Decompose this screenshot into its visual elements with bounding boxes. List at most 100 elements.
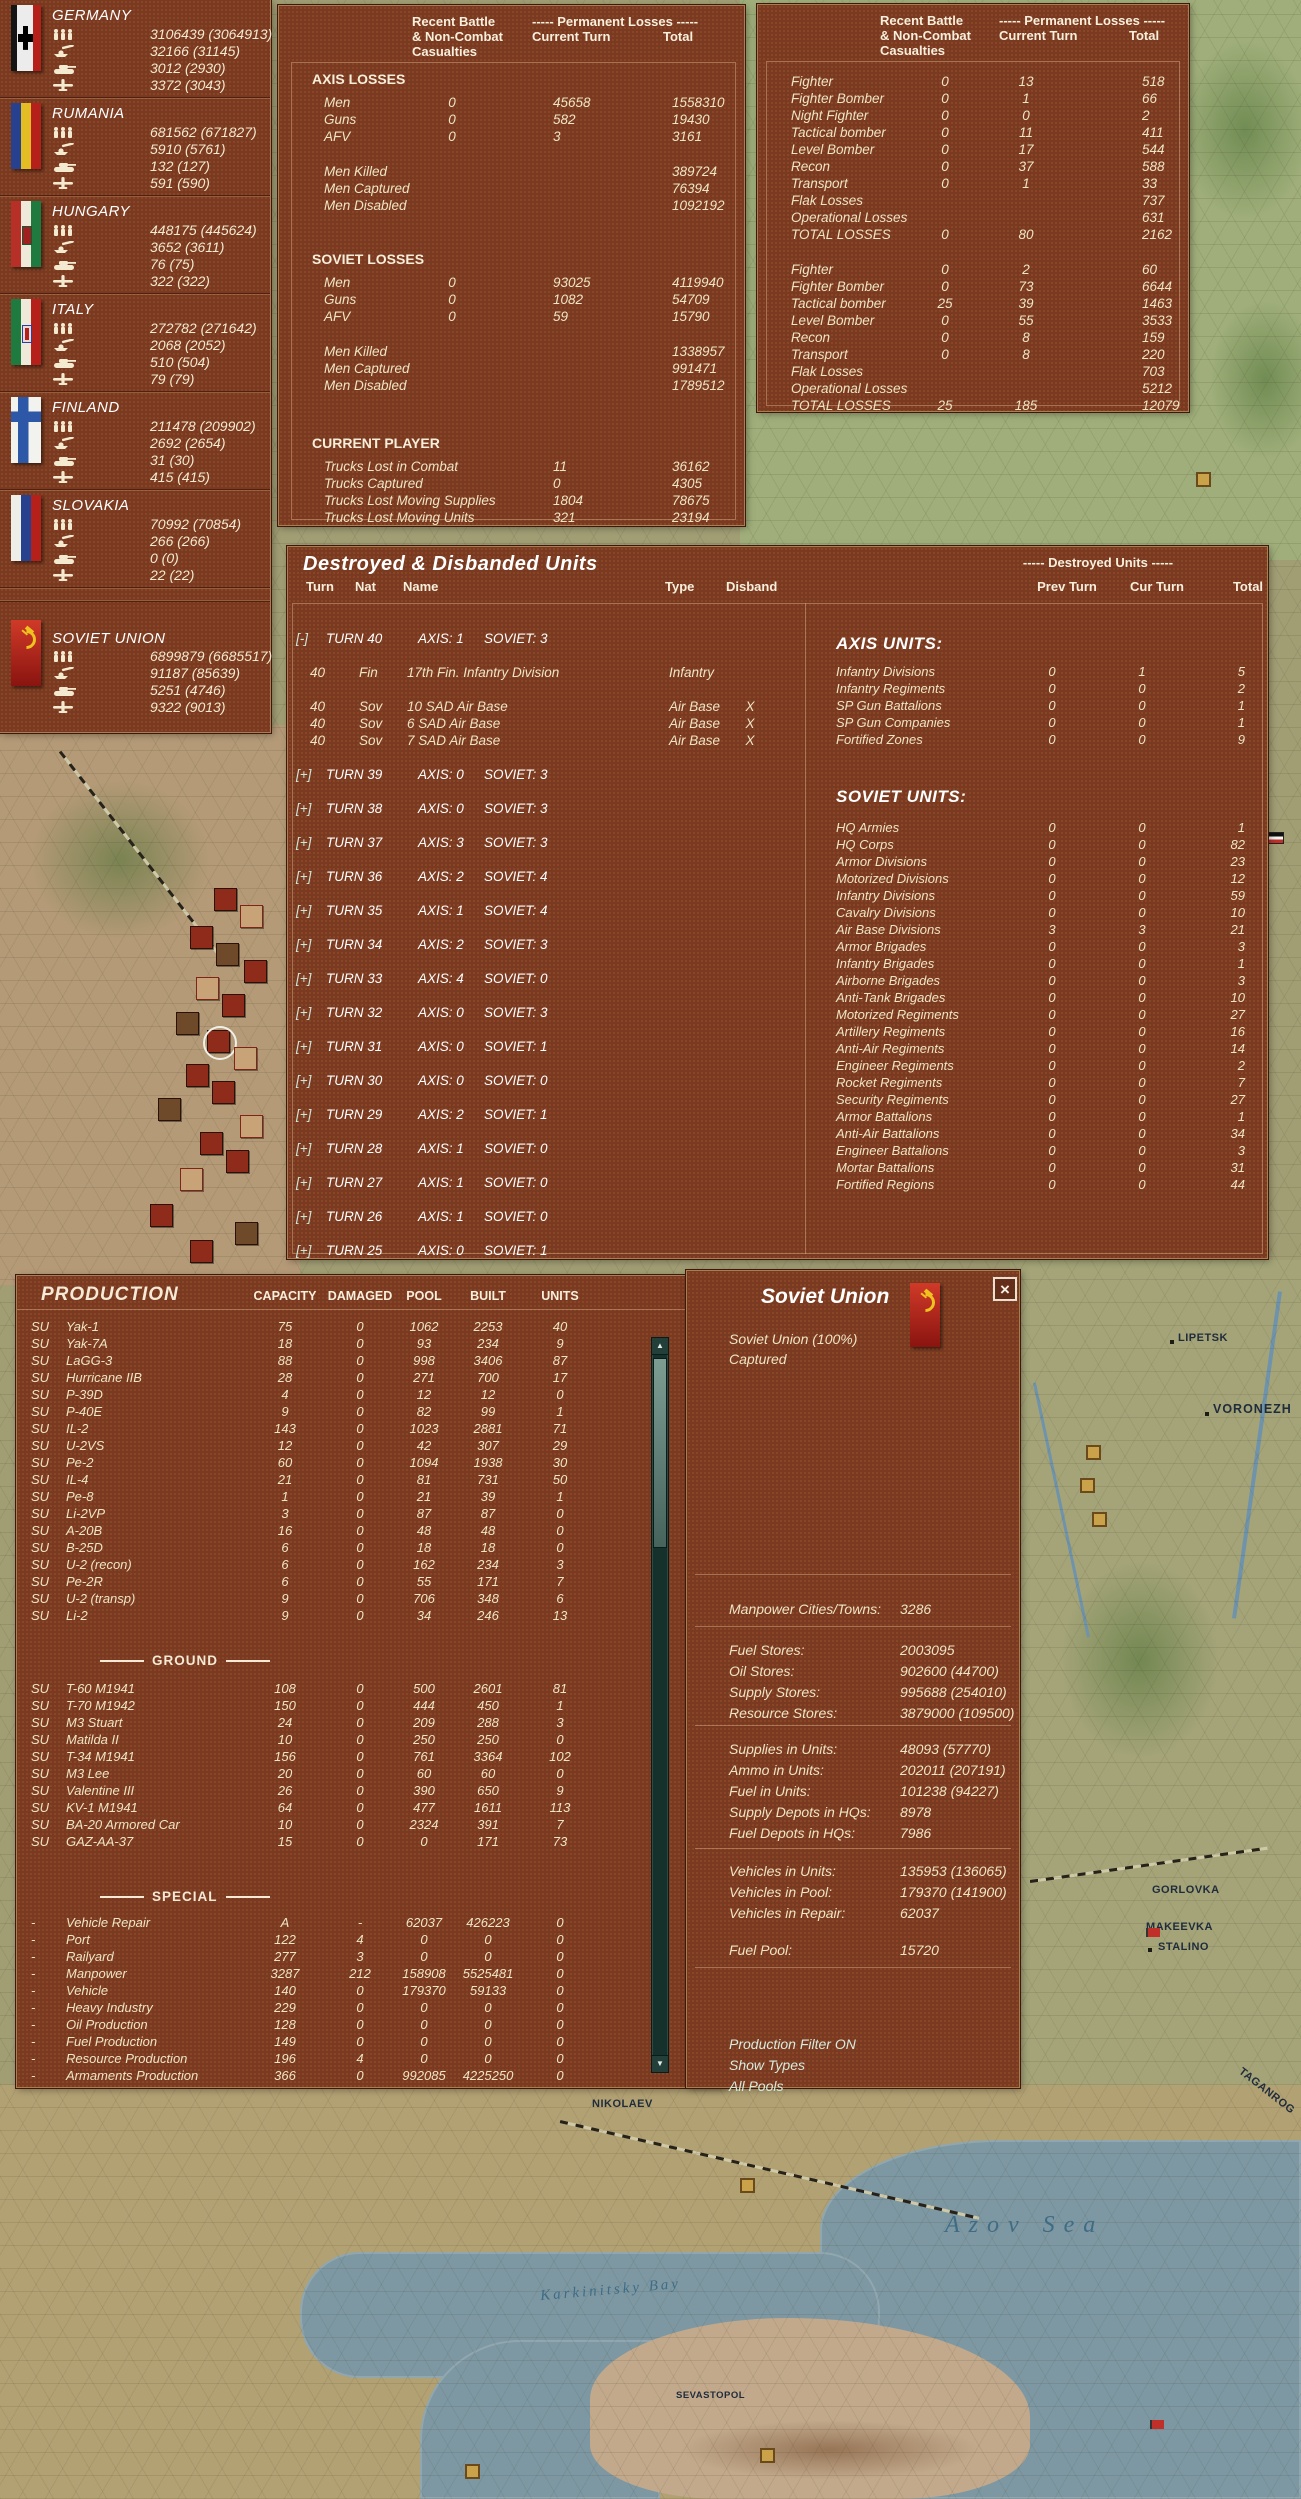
summary-total: 31 (1230, 1160, 1245, 1175)
prod-built: 2601 (473, 1681, 503, 1696)
destroyed-summary-row: Infantry Divisions 0 0 59 (806, 888, 1263, 905)
fortification-icon[interactable] (465, 2464, 480, 2479)
unit-counter[interactable] (190, 926, 213, 949)
close-icon[interactable]: × (993, 1277, 1017, 1301)
fortification-icon[interactable] (1080, 1478, 1095, 1493)
turn-group-row[interactable]: [+] TURN 27 AXIS: 1 SOVIET: 0 (292, 1175, 804, 1192)
expand-icon[interactable]: [+] (296, 835, 311, 850)
unit-counter[interactable] (240, 905, 263, 928)
destroyed-unit-row[interactable]: 40 Sov 6 SAD Air Base Air Base X (292, 716, 804, 733)
expand-icon[interactable]: [+] (296, 1005, 311, 1020)
production-row: SU Pe-2 60 0 1094 1938 30 (17, 1455, 657, 1472)
turn-group-row[interactable]: [+] TURN 32 AXIS: 0 SOVIET: 3 (292, 1005, 804, 1022)
unit-counter[interactable] (212, 1081, 235, 1104)
destroyed-unit-row[interactable]: 40 Sov 10 SAD Air Base Air Base X (292, 699, 804, 716)
turn-group-row[interactable]: [+] TURN 38 AXIS: 0 SOVIET: 3 (292, 801, 804, 818)
summary-label: Motorized Regiments (836, 1007, 959, 1022)
air-production-rows: SU Yak-1 75 0 1062 2253 40 SU Yak-7A 18 … (17, 1319, 657, 1625)
prod-nat: SU (31, 1783, 50, 1798)
expand-icon[interactable]: [+] (296, 1209, 311, 1224)
expand-icon[interactable]: [+] (296, 1141, 311, 1156)
soviet-flag-marker[interactable] (1150, 2420, 1164, 2429)
expand-icon[interactable]: [+] (296, 1243, 311, 1258)
unit-counter[interactable] (214, 888, 237, 911)
unit-counter[interactable] (240, 1115, 263, 1138)
expand-icon[interactable]: [+] (296, 801, 311, 816)
header-current-turn: Current Turn (999, 28, 1078, 43)
unit-counter[interactable] (222, 994, 245, 1017)
scroll-down-icon[interactable]: ▼ (652, 2055, 668, 2072)
summary-label: Infantry Brigades (836, 956, 935, 971)
expand-icon[interactable]: [+] (296, 869, 311, 884)
scroll-up-icon[interactable]: ▲ (652, 1338, 668, 1355)
unit-counter[interactable] (180, 1168, 203, 1191)
turn-group-row[interactable]: [+] TURN 37 AXIS: 3 SOVIET: 3 (292, 835, 804, 852)
option-label[interactable]: Show Types (729, 2057, 805, 2073)
col-nat: Nat (355, 579, 376, 594)
turn-group-row[interactable]: [+] TURN 31 AXIS: 0 SOVIET: 1 (292, 1039, 804, 1056)
unit-counter[interactable] (226, 1150, 249, 1173)
unit-counter[interactable] (235, 1222, 258, 1245)
unit-counter[interactable] (186, 1064, 209, 1087)
loss-casualties: 0 (448, 112, 456, 127)
turn-group-row[interactable]: [+] TURN 33 AXIS: 4 SOVIET: 0 (292, 971, 804, 988)
unit-counter[interactable] (158, 1098, 181, 1121)
fortification-icon[interactable] (760, 2448, 775, 2463)
prod-damaged: 0 (356, 2017, 364, 2032)
turn-group-row[interactable]: [+] TURN 29 AXIS: 2 SOVIET: 1 (292, 1107, 804, 1124)
turn-group-row[interactable]: [+] TURN 39 AXIS: 0 SOVIET: 3 (292, 767, 804, 784)
info-row: Fuel Depots in HQs: 7986 (687, 1825, 1019, 1846)
option-item[interactable]: Production Filter ON (687, 2036, 1019, 2057)
turn-label: TURN 28 (326, 1141, 383, 1156)
men-total: 6899879 (6685517) (150, 648, 273, 664)
prod-units: 9 (556, 1783, 564, 1798)
fortification-icon[interactable] (740, 2178, 755, 2193)
unit-counter[interactable] (244, 960, 267, 983)
air-loss-label: Level Bomber (791, 142, 875, 157)
destroyed-unit-row[interactable]: 40 Fin 17th Fin. Infantry Division Infan… (292, 665, 804, 682)
option-label[interactable]: All Pools (729, 2078, 783, 2094)
expand-icon[interactable]: [+] (296, 971, 311, 986)
expand-icon[interactable]: [+] (296, 1107, 311, 1122)
unit-counter[interactable] (216, 943, 239, 966)
expand-icon[interactable]: [+] (296, 1175, 311, 1190)
soviet-flag-marker[interactable] (1146, 1928, 1160, 1937)
unit-counter[interactable] (190, 1240, 213, 1263)
fortification-icon[interactable] (1092, 1512, 1107, 1527)
expand-icon[interactable]: [+] (296, 937, 311, 952)
turn-group-row[interactable]: [+] TURN 25 AXIS: 0 SOVIET: 1 (292, 1243, 804, 1260)
air-loss-total: 2 (1142, 108, 1150, 123)
prod-pool: 706 (413, 1591, 435, 1606)
turn-group-row[interactable]: [-] TURN 40 AXIS: 1 SOVIET: 3 (292, 631, 804, 648)
country-block: RUMANIA 681562 (671827) 5910 (5761) 132 … (0, 98, 270, 196)
unit-counter[interactable] (200, 1132, 223, 1155)
destroyed-unit-row[interactable]: 40 Sov 7 SAD Air Base Air Base X (292, 733, 804, 750)
fortification-icon[interactable] (1086, 1445, 1101, 1460)
option-item[interactable]: All Pools (687, 2078, 1019, 2099)
production-scrollbar[interactable]: ▲ ▼ (651, 1337, 669, 2073)
turn-group-row[interactable]: [+] TURN 36 AXIS: 2 SOVIET: 4 (292, 869, 804, 886)
option-item[interactable]: Show Types (687, 2057, 1019, 2078)
turn-group-row[interactable]: [+] TURN 30 AXIS: 0 SOVIET: 0 (292, 1073, 804, 1090)
collapse-icon[interactable]: [-] (296, 631, 308, 646)
turn-group-row[interactable]: [+] TURN 28 AXIS: 1 SOVIET: 0 (292, 1141, 804, 1158)
turn-group-row[interactable]: [+] TURN 34 AXIS: 2 SOVIET: 3 (292, 937, 804, 954)
unit-counter[interactable] (234, 1047, 257, 1070)
loss-total: 1092192 (672, 198, 725, 213)
fortification-icon[interactable] (1196, 472, 1211, 487)
option-label[interactable]: Production Filter ON (729, 2036, 856, 2052)
expand-icon[interactable]: [+] (296, 903, 311, 918)
unit-counter[interactable] (196, 977, 219, 1000)
german-flag-marker[interactable] (1268, 832, 1284, 844)
scrollbar-thumb[interactable] (653, 1358, 667, 1548)
expand-icon[interactable]: [+] (296, 1073, 311, 1088)
prod-units: 102 (549, 1749, 571, 1764)
unit-counter[interactable] (150, 1204, 173, 1227)
turn-group-row[interactable]: [+] TURN 35 AXIS: 1 SOVIET: 4 (292, 903, 804, 920)
expand-icon[interactable]: [+] (296, 767, 311, 782)
air-loss-casualties: 0 (941, 74, 949, 89)
air-loss-total: 3533 (1142, 313, 1173, 328)
expand-icon[interactable]: [+] (296, 1039, 311, 1054)
unit-counter[interactable] (176, 1012, 199, 1035)
turn-group-row[interactable]: [+] TURN 26 AXIS: 1 SOVIET: 0 (292, 1209, 804, 1226)
